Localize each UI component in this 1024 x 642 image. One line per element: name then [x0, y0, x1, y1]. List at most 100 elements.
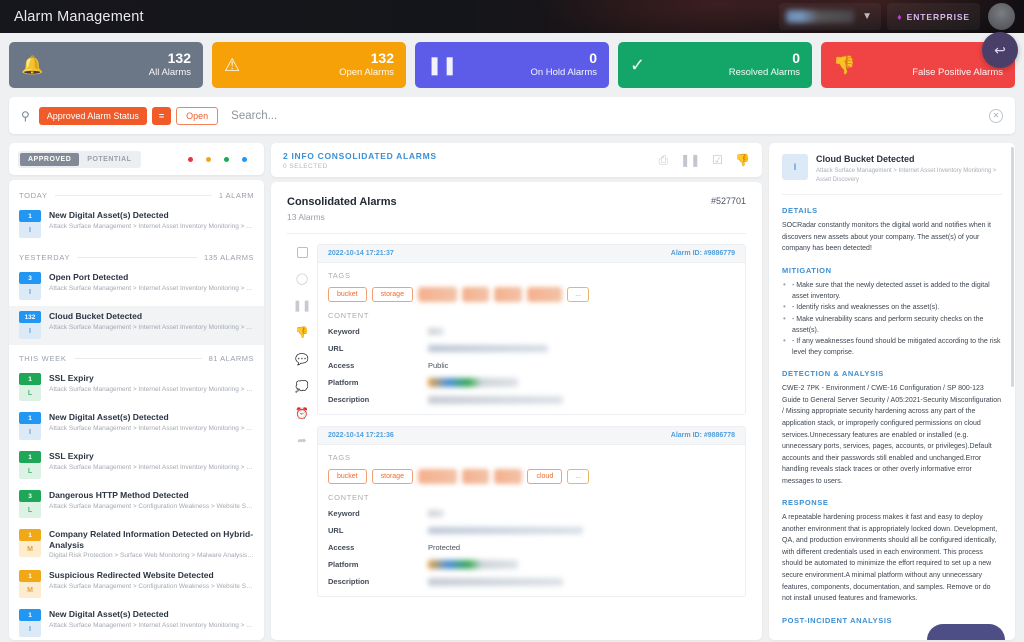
severity-dot-medium[interactable]	[206, 156, 211, 162]
alarm-tag[interactable]: ssl	[462, 469, 489, 484]
severity-dot-low[interactable]	[224, 156, 229, 162]
alarm-list-item[interactable]: 1 M Suspicious Redirected Website Detected…	[9, 565, 264, 604]
plan-badge[interactable]: ♦ ENTERPRISE	[887, 3, 980, 30]
content-row: URL https://78b6l4wg.appspot.com/	[328, 344, 735, 353]
search-bar[interactable]: ⚲ Approved Alarm Status = Open Search...…	[9, 97, 1015, 134]
alarm-item-path: Attack Surface Management > Internet Ass…	[49, 385, 254, 393]
alarm-id[interactable]: Alarm ID: #9886779	[671, 250, 735, 257]
alarm-list-item[interactable]: 1 I New Digital Asset(s) Detected Attack Su…	[9, 604, 264, 640]
alarm-list-item[interactable]: 1 L SSL Expiry Attack Surface Management > …	[9, 446, 264, 485]
chat-fab-button[interactable]	[927, 624, 1005, 640]
thumbs-down-icon[interactable]: 👎	[295, 328, 309, 339]
alarm-list-item[interactable]: 1 M Company Related Information Detected o…	[9, 524, 264, 565]
alarm-tag[interactable]: storage	[371, 287, 413, 302]
divider	[77, 257, 197, 258]
alarm-list-item[interactable]: 1 I New Digital Asset(s) Detected Attack Su…	[9, 407, 264, 446]
alarm-tag[interactable]: storage	[371, 469, 413, 484]
divider	[73, 358, 202, 359]
alarm-count-badge: 1	[19, 451, 41, 463]
alarm-tag[interactable]: cloud	[527, 287, 563, 302]
tab-potential[interactable]: POTENTIAL	[79, 153, 139, 166]
alarm-severity-badge: L	[19, 385, 41, 401]
alarm-item-title: SSL Expiry	[49, 451, 94, 461]
alarm-tag[interactable]: ssl	[462, 287, 489, 302]
alarm-cards: 2022-10-14 17:21:37 Alarm ID: #9886779 TAG…	[317, 244, 746, 612]
alarm-card[interactable]: 2022-10-14 17:21:36 Alarm ID: #9886778 TAG…	[317, 426, 746, 597]
alarm-list-item[interactable]: 132 I Cloud Bucket Detected Attack Surface …	[9, 306, 264, 345]
alarm-action-rail: ◯ ❚❚ 👎 💬 💭 ⏰ ➦	[287, 244, 317, 612]
detail-section-list: - Make sure that the newly detected asse…	[782, 279, 1002, 358]
stat-tile-on-hold-alarms[interactable]: ❚❚ 0 On Hold Alarms	[415, 42, 609, 88]
alarm-content-rows: Keyword Yb URL https://78b6l4wg.appspot.com…	[328, 327, 735, 404]
alarm-id[interactable]: Alarm ID: #9886778	[671, 432, 735, 439]
clear-search-icon[interactable]: ✕	[989, 108, 1003, 123]
select-all-checkbox[interactable]	[296, 247, 308, 258]
check-circle-icon[interactable]: ◯	[296, 274, 308, 285]
thumbs-down-icon[interactable]: 👎	[735, 153, 750, 167]
alarm-tags: bucket storage google sslgcs cloud...	[328, 287, 735, 302]
alarm-item-path: Attack Surface Management > Internet Ass…	[49, 424, 254, 432]
gem-icon: ♦	[897, 11, 902, 22]
more-tags-button[interactable]: ...	[567, 469, 590, 484]
organization-name-redacted	[786, 10, 855, 23]
filter-value-chip[interactable]: Open	[176, 106, 219, 125]
alarm-badge: 1M	[19, 570, 41, 599]
alarm-severity-badge: I	[19, 424, 41, 440]
pause-icon[interactable]: ❚❚	[680, 153, 700, 167]
alarm-tag[interactable]: google	[417, 469, 458, 484]
alarm-count-badge: 3	[19, 272, 41, 284]
severity-dot-info[interactable]	[242, 156, 247, 162]
consolidated-scroll: ◯ ❚❚ 👎 💬 💭 ⏰ ➦ 2022-10-14 17:21:37 Alarm …	[287, 244, 746, 612]
alarm-severity-badge: L	[19, 502, 41, 518]
undo-button[interactable]: ↩	[982, 32, 1018, 68]
content-key: URL	[328, 344, 344, 353]
stat-tile-false-positive-alarms[interactable]: 👎 0 False Positive Alarms ↩	[821, 32, 1018, 88]
stat-tile-resolved-alarms[interactable]: ✓ 0 Resolved Alarms	[618, 42, 812, 88]
severity-dot-critical[interactable]	[188, 156, 193, 162]
more-tags-button[interactable]: ...	[567, 287, 590, 302]
alarm-tag[interactable]: gcs	[493, 469, 523, 484]
history-clock-icon[interactable]: ⏰	[295, 409, 309, 420]
approval-segmented-control[interactable]: APPROVED POTENTIAL	[18, 150, 142, 168]
main-content: APPROVED POTENTIAL TODAY 1 ALARM 1 I New Dig…	[0, 134, 1024, 640]
comment-icon[interactable]: 💭	[295, 382, 309, 393]
filter-operator-chip[interactable]: =	[151, 106, 172, 125]
alarm-tag[interactable]: gcs	[493, 287, 523, 302]
alarm-item-path: Attack Surface Management > Internet Ass…	[49, 463, 254, 471]
organization-selector[interactable]: ▼	[779, 3, 882, 30]
alarm-list[interactable]: TODAY 1 ALARM 1 I New Digital Asset(s) Detec…	[9, 180, 264, 640]
alarm-tag[interactable]: bucket	[328, 287, 367, 302]
alarm-list-item[interactable]: 1 I New Digital Asset(s) Detected Attack Su…	[9, 205, 264, 244]
alarm-list-item[interactable]: 3 L Dangerous HTTP Method Detected Attack S…	[9, 485, 264, 524]
consolidated-alarm-count: 13 Alarms	[287, 212, 325, 222]
alarm-badge: 1L	[19, 373, 41, 401]
alarm-card[interactable]: 2022-10-14 17:21:37 Alarm ID: #9886779 TAG…	[317, 244, 746, 415]
stat-tile-all-alarms[interactable]: 🔔 132 All Alarms	[9, 42, 203, 88]
check-circle-icon[interactable]: ☑	[712, 153, 723, 167]
stat-tile-open-alarms[interactable]: ⚠ 132 Open Alarms	[212, 42, 406, 88]
share-icon[interactable]: ➦	[297, 436, 306, 447]
avatar[interactable]	[988, 3, 1015, 30]
alarm-list-tabs: APPROVED POTENTIAL	[9, 143, 264, 175]
consolidated-panel: 2 INFO CONSOLIDATED ALARMS 0 SELECTED ⎙ …	[271, 143, 762, 640]
alarm-list-item[interactable]: 1 L SSL Expiry Attack Surface Management > …	[9, 368, 264, 407]
tab-approved[interactable]: APPROVED	[20, 152, 80, 166]
alarm-badge: 1M	[19, 529, 41, 557]
detail-scrollbar[interactable]	[1011, 147, 1014, 387]
alarm-tag[interactable]: google	[417, 287, 458, 302]
alarm-timestamp: 2022-10-14 17:21:37	[328, 250, 394, 257]
content-key: Platform	[328, 378, 359, 387]
search-input[interactable]: Search...	[231, 110, 989, 122]
filter-field-chip[interactable]: Approved Alarm Status	[38, 106, 147, 125]
alarm-badge: 1L	[19, 451, 41, 479]
question-comment-icon[interactable]: 💬	[295, 355, 309, 366]
content-row: Description Cloud bucket asset detected	[328, 577, 735, 586]
alarm-tag[interactable]: bucket	[328, 469, 367, 484]
alarm-count-badge: 1	[19, 210, 41, 222]
pause-icon[interactable]: ❚❚	[293, 301, 311, 312]
stat-value: 0	[792, 50, 800, 67]
alarm-list-item[interactable]: 3 I Open Port Detected Attack Surface Manag…	[9, 267, 264, 306]
copy-select-icon[interactable]: ⎙	[659, 153, 669, 168]
alarm-item-path: Digital Risk Protection > Surface Web Mo…	[49, 552, 254, 560]
alarm-tag[interactable]: cloud	[527, 469, 563, 484]
